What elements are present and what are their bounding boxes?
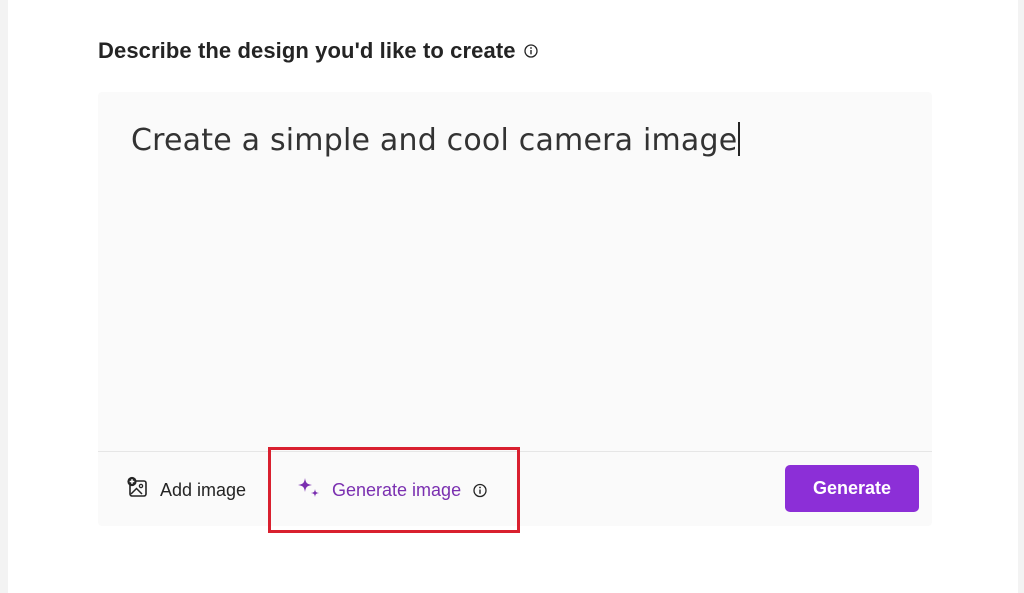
- prompt-card: Create a simple and cool camera image Ad…: [98, 92, 932, 526]
- text-caret: [738, 122, 740, 156]
- sparkle-icon: [296, 476, 322, 505]
- generate-image-option[interactable]: Generate image: [296, 476, 487, 505]
- info-icon[interactable]: [473, 483, 487, 498]
- toolbar-divider: [98, 451, 932, 452]
- prompt-text-value: Create a simple and cool camera image: [131, 123, 738, 158]
- prompt-input[interactable]: Create a simple and cool camera image: [131, 122, 740, 158]
- heading: Describe the design you'd like to create: [98, 38, 538, 64]
- image-add-icon: [126, 476, 150, 505]
- heading-text: Describe the design you'd like to create: [98, 38, 516, 63]
- add-image-button[interactable]: Add image: [126, 476, 246, 505]
- add-image-label: Add image: [160, 480, 247, 500]
- generate-button[interactable]: Generate: [785, 465, 919, 512]
- generate-image-label: Generate image: [332, 480, 462, 500]
- info-icon[interactable]: [523, 44, 538, 58]
- page: Describe the design you'd like to create…: [8, 0, 1018, 593]
